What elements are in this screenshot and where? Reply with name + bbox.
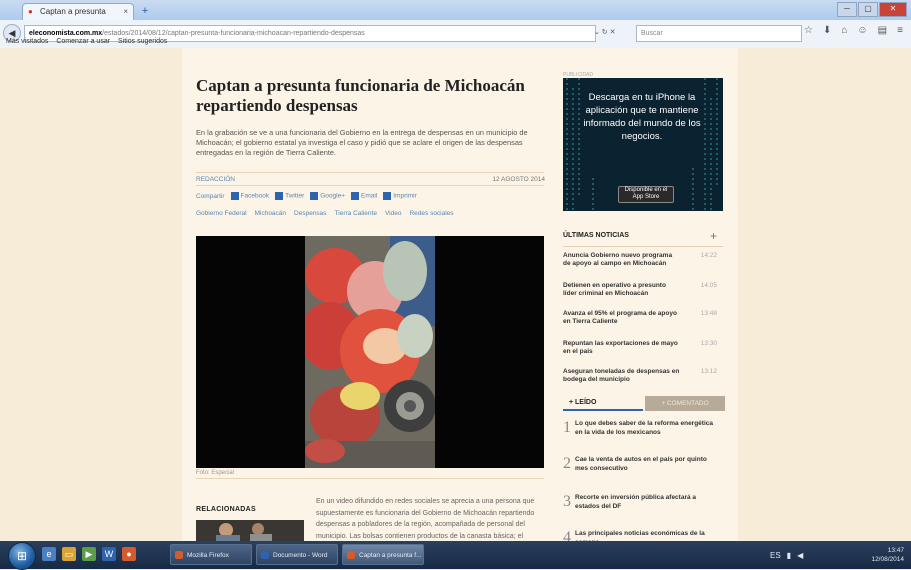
- publish-date: 12 AGOSTO 2014: [492, 176, 545, 183]
- clock-date: 12/08/2014: [871, 556, 904, 563]
- ie-icon[interactable]: e: [42, 547, 56, 561]
- web-page: Captan a presunta funcionaria de Michoac…: [0, 48, 911, 541]
- article-headline: Captan a presunta funcionaria de Michoac…: [196, 76, 525, 115]
- title-bar: ●Captan a presunta funcion… × + ─ ▢ ✕: [0, 0, 911, 32]
- start-button[interactable]: ⊞: [8, 542, 36, 570]
- latest-news-item[interactable]: Repuntan las exportaciones de mayo en el…: [563, 340, 723, 356]
- latest-news-time: 13:30: [700, 340, 717, 347]
- video-frame-image[interactable]: [305, 236, 435, 468]
- latest-news-item[interactable]: Avanza el 95% el programa de apoyo en Ti…: [563, 310, 723, 326]
- latest-news-time: 14:05: [700, 282, 717, 289]
- share-facebook-button[interactable]: Facebook: [230, 192, 269, 200]
- word-icon: [261, 551, 269, 559]
- most-read-title-link[interactable]: Lo que debes saber de la reforma energét…: [575, 420, 720, 437]
- people-photo-image: [196, 520, 304, 541]
- volume-icon[interactable]: ◀: [797, 551, 803, 560]
- bookmark-item[interactable]: Sitios sugeridos: [118, 38, 167, 45]
- latest-news-item[interactable]: Detienen en operativo a presunto líder c…: [563, 282, 723, 298]
- minimize-button[interactable]: ─: [837, 2, 857, 17]
- network-icon[interactable]: ▮: [787, 551, 791, 560]
- close-button[interactable]: ✕: [879, 2, 907, 17]
- latest-news-time: 13:12: [700, 368, 717, 375]
- bookmarks-bar: Más visitados Comenzar a usar Sitios sug…: [0, 36, 911, 48]
- divider: [196, 172, 544, 173]
- most-read-title-link[interactable]: Recorte en inversión pública afectará a …: [575, 494, 720, 511]
- latest-news-time: 14:22: [700, 252, 717, 259]
- firefox-icon: [175, 551, 183, 559]
- share-bar: Compartir Facebook Twitter Google+ Email…: [196, 192, 546, 200]
- most-read-title-link[interactable]: Las principales noticias económicas de l…: [575, 530, 720, 541]
- divider: [196, 478, 544, 479]
- tab-most-commented[interactable]: + COMENTADO: [645, 396, 725, 411]
- expand-plus-icon[interactable]: +: [710, 229, 717, 243]
- word-icon[interactable]: W: [102, 547, 116, 561]
- language-indicator[interactable]: ES: [770, 551, 781, 560]
- print-button[interactable]: Imprimir: [383, 192, 417, 200]
- clock[interactable]: 13:47 12/08/2014: [871, 546, 904, 564]
- share-email-button[interactable]: Email: [351, 192, 377, 200]
- article-summary: En la grabación se ve a una funcionaria …: [196, 128, 528, 157]
- latest-news-title-link[interactable]: Repuntan las exportaciones de mayo en el…: [563, 340, 681, 356]
- firefox-icon: [347, 551, 355, 559]
- share-twitter-button[interactable]: Twitter: [275, 192, 304, 200]
- tag-link[interactable]: Gobierno Federal: [196, 210, 247, 217]
- twitter-icon: [275, 192, 284, 200]
- tag-link[interactable]: Despensas: [294, 210, 327, 217]
- tab-close-icon[interactable]: ×: [123, 4, 128, 20]
- tab-most-read[interactable]: + LEÍDO: [563, 396, 643, 411]
- clock-time: 13:47: [887, 547, 904, 554]
- video-caption: Foto: Especial: [196, 470, 235, 476]
- most-read-title-link[interactable]: Cae la venta de autos en el país por qui…: [575, 456, 720, 473]
- folder-icon[interactable]: ▭: [62, 547, 76, 561]
- tag-list: Gobierno Federal Michoacán Despensas Tie…: [196, 210, 546, 217]
- tag-link[interactable]: Tierra Caliente: [335, 210, 377, 217]
- groceries-bags-image: [305, 236, 435, 468]
- window-controls: ─ ▢ ✕: [837, 2, 907, 17]
- tag-link[interactable]: Redes sociales: [409, 210, 453, 217]
- site-favicon-icon: ●: [28, 7, 33, 17]
- latest-news-title-link[interactable]: Anuncia Gobierno nuevo programa de apoyo…: [563, 252, 681, 268]
- taskbar-window-active[interactable]: Captan a presunta f...: [342, 544, 424, 565]
- rank-number: 4: [563, 529, 571, 542]
- bookmark-item[interactable]: Más visitados: [6, 38, 48, 45]
- maximize-button[interactable]: ▢: [858, 2, 878, 17]
- browser-tab[interactable]: ●Captan a presunta funcion… ×: [22, 3, 134, 32]
- rank-number: 1: [563, 419, 571, 436]
- latest-news-title: ÚLTIMAS NOTICIAS: [563, 232, 629, 239]
- share-google-button[interactable]: Google+: [310, 192, 345, 200]
- latest-news-title-link[interactable]: Avanza el 95% el programa de apoyo en Ti…: [563, 310, 681, 326]
- divider: [196, 185, 544, 186]
- bookmark-item[interactable]: Comenzar a usar: [56, 38, 110, 45]
- firefox-icon[interactable]: ●: [122, 547, 136, 561]
- latest-news-time: 13:48: [700, 310, 717, 317]
- email-icon: [351, 192, 360, 200]
- new-tab-button[interactable]: +: [138, 5, 152, 18]
- most-read-tabs: + LEÍDO + COMENTADO: [563, 396, 725, 411]
- taskbar-window[interactable]: Documento - Word: [256, 544, 338, 565]
- rank-number: 2: [563, 455, 571, 472]
- tag-link[interactable]: Michoacán: [255, 210, 286, 217]
- rank-number: 3: [563, 493, 571, 510]
- tag-link[interactable]: Video: [385, 210, 402, 217]
- ad-text: Descarga en tu iPhone la aplicación que …: [583, 92, 701, 142]
- related-heading: RELACIONADAS: [196, 506, 256, 513]
- system-tray: ES ▮ ◀ 13:47 12/08/2014: [770, 543, 908, 567]
- byline[interactable]: REDACCIÓN: [196, 176, 356, 183]
- latest-news-heading: ÚLTIMAS NOTICIAS +: [563, 229, 723, 247]
- article-body: En un video difundido en redes sociales …: [316, 498, 535, 540]
- latest-news-title-link[interactable]: Detienen en operativo a presunto líder c…: [563, 282, 681, 298]
- facebook-icon: [230, 192, 239, 200]
- latest-news-item[interactable]: Anuncia Gobierno nuevo programa de apoyo…: [563, 252, 723, 268]
- share-label: Compartir: [196, 192, 225, 200]
- media-icon[interactable]: ▶: [82, 547, 96, 561]
- pinned-apps: e ▭ ▶ W ●: [42, 547, 136, 561]
- taskbar: ⊞ e ▭ ▶ W ● Mozilla Firefox Documento - …: [0, 541, 911, 570]
- google-plus-icon: [310, 192, 319, 200]
- print-icon: [383, 192, 392, 200]
- related-thumbnail[interactable]: [196, 520, 304, 541]
- latest-news-item[interactable]: Aseguran toneladas de despensas en bodeg…: [563, 368, 723, 384]
- taskbar-window[interactable]: Mozilla Firefox: [170, 544, 252, 565]
- app-store-button[interactable]: Disponible en el App Store: [618, 186, 674, 203]
- latest-news-title-link[interactable]: Aseguran toneladas de despensas en bodeg…: [563, 368, 681, 384]
